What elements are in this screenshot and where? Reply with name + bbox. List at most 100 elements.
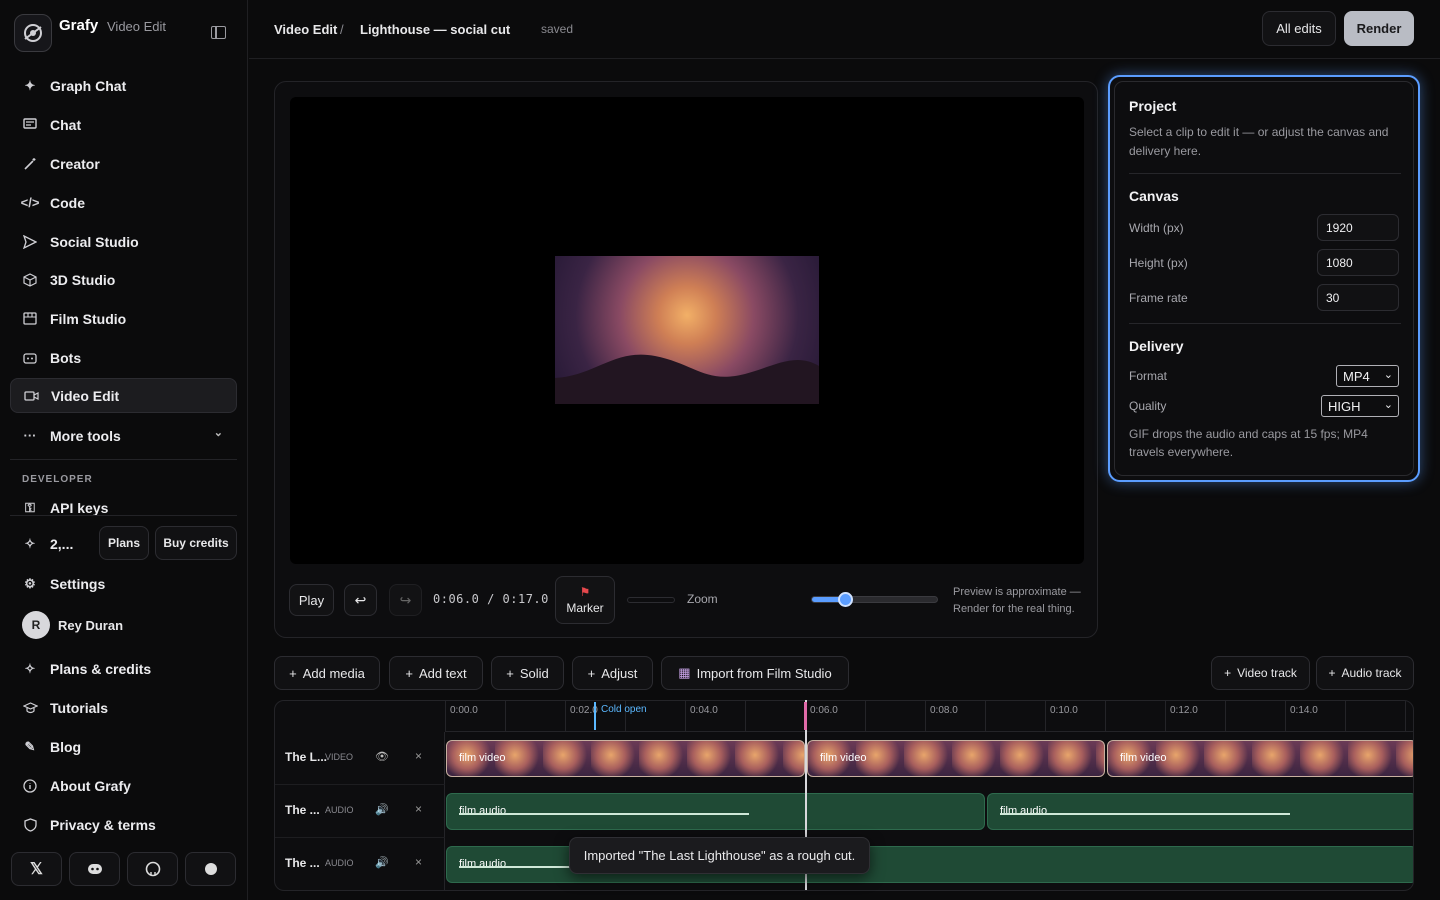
play-button[interactable]: Play bbox=[289, 584, 334, 616]
playhead-handle[interactable] bbox=[804, 702, 807, 730]
chat-icon bbox=[22, 117, 38, 133]
width-field[interactable]: 1920 bbox=[1317, 214, 1399, 241]
grafy-logo[interactable] bbox=[14, 14, 52, 52]
frame-rate-label: Frame rate bbox=[1129, 291, 1188, 305]
sidebar-item-graph-chat[interactable]: ✦ Graph Chat bbox=[10, 68, 237, 103]
sidebar-item-film-studio[interactable]: Film Studio bbox=[10, 301, 237, 336]
sidebar-item-3d-studio[interactable]: 3D Studio bbox=[10, 262, 237, 297]
import-film-studio-button[interactable]: ▦ Import from Film Studio bbox=[661, 656, 849, 690]
tick-label: 0:10.0 bbox=[1050, 705, 1078, 716]
height-field[interactable]: 1080 bbox=[1317, 249, 1399, 276]
all-edits-button[interactable]: All edits bbox=[1262, 11, 1336, 46]
discord-icon[interactable] bbox=[69, 852, 120, 886]
preview-stage[interactable] bbox=[290, 97, 1084, 564]
plus-icon: + bbox=[405, 665, 413, 681]
sidebar-item-about[interactable]: About Grafy bbox=[10, 768, 237, 803]
project-description: Select a clip to edit it — or adjust the… bbox=[1129, 125, 1389, 158]
code-icon: </> bbox=[20, 195, 40, 210]
plans-button[interactable]: Plans bbox=[99, 526, 149, 560]
project-title[interactable]: Lighthouse — social cut bbox=[360, 22, 510, 37]
tick-label: 0:14.0 bbox=[1290, 705, 1318, 716]
sidebar-divider bbox=[10, 515, 237, 516]
send-icon bbox=[22, 234, 38, 250]
height-label: Height (px) bbox=[1129, 256, 1188, 270]
undo-icon[interactable]: ↩ bbox=[344, 584, 377, 616]
pen-icon: ✎ bbox=[24, 738, 36, 754]
solid-button[interactable]: + Solid bbox=[491, 656, 564, 690]
sidebar-item-creator[interactable]: Creator bbox=[10, 146, 237, 181]
format-select[interactable]: MP4 ⌄ bbox=[1336, 365, 1399, 387]
sidebar-item-settings[interactable]: ⚙ Settings bbox=[10, 566, 237, 601]
x-icon[interactable]: 𝕏 bbox=[11, 852, 62, 886]
zoom-slider-handle[interactable] bbox=[837, 592, 853, 607]
user-name[interactable]: Rey Duran bbox=[58, 618, 123, 633]
sidebar-toggle-icon[interactable] bbox=[211, 26, 226, 39]
video-clip[interactable]: film video bbox=[807, 740, 1105, 777]
brand-name: Grafy bbox=[59, 17, 99, 34]
logo-icon bbox=[24, 24, 42, 42]
timeline-marker[interactable] bbox=[594, 702, 596, 730]
speaker-icon[interactable]: 🔊 bbox=[375, 803, 389, 816]
chevron-down-icon: ⌄ bbox=[1383, 399, 1393, 411]
sparkle-icon: ✧ bbox=[24, 535, 36, 551]
video-clip[interactable]: film video bbox=[1107, 740, 1413, 777]
hills-shape bbox=[555, 354, 819, 404]
track-name: The L... bbox=[285, 750, 327, 764]
plus-icon: + bbox=[289, 665, 297, 681]
speaker-icon[interactable]: 🔊 bbox=[375, 856, 389, 869]
track-header-audio[interactable]: The ... AUDIO 🔊 × bbox=[275, 785, 445, 838]
adjust-button[interactable]: + Adjust bbox=[572, 656, 653, 690]
plus-icon: + bbox=[506, 665, 514, 681]
close-icon[interactable]: × bbox=[415, 802, 422, 816]
circle-icon[interactable] bbox=[185, 852, 236, 886]
breadcrumb-section[interactable]: Video Edit bbox=[274, 22, 337, 37]
panel-divider bbox=[1129, 323, 1401, 324]
credits-balance[interactable]: ✧ 2,... bbox=[10, 526, 100, 561]
zoom-slider[interactable] bbox=[811, 592, 938, 607]
sidebar-item-video-edit[interactable]: Video Edit bbox=[10, 378, 237, 413]
sidebar-item-social-studio[interactable]: Social Studio bbox=[10, 224, 237, 259]
film-icon bbox=[22, 311, 38, 327]
preview-note: Preview is approximate — Render for the r… bbox=[953, 586, 1081, 615]
add-media-button[interactable]: + Add media bbox=[274, 656, 380, 690]
track-header-audio[interactable]: The ... AUDIO 🔊 × bbox=[275, 838, 445, 890]
marker-label[interactable]: Cold open bbox=[601, 704, 647, 715]
eye-icon[interactable]: 👁 bbox=[375, 750, 389, 763]
sidebar-item-chat[interactable]: Chat bbox=[10, 107, 237, 142]
sparkle-icon: ✦ bbox=[24, 77, 36, 93]
github-icon[interactable] bbox=[127, 852, 178, 886]
sidebar-item-blog[interactable]: ✎ Blog bbox=[10, 729, 237, 764]
sidebar-item-plans-credits[interactable]: ✧ Plans & credits bbox=[10, 651, 237, 686]
render-button[interactable]: Render bbox=[1344, 11, 1414, 46]
video-clip[interactable]: film video bbox=[446, 740, 805, 777]
redo-icon[interactable]: ↪ bbox=[389, 584, 422, 616]
sidebar-item-api-keys[interactable]: ⚿ API keys bbox=[10, 491, 237, 525]
sidebar-item-more-tools[interactable]: ··· More tools ⌄ bbox=[10, 418, 237, 453]
breadcrumb-separator: / bbox=[340, 22, 344, 37]
add-text-button[interactable]: + Add text bbox=[389, 656, 483, 690]
zoom-track[interactable] bbox=[627, 597, 675, 603]
frame-rate-field[interactable]: 30 bbox=[1317, 284, 1399, 311]
quality-select[interactable]: HIGH ⌄ bbox=[1321, 395, 1399, 417]
track-kind: AUDIO bbox=[325, 805, 354, 815]
track-header-video[interactable]: The L... VIDEO 👁 × bbox=[275, 732, 445, 785]
sidebar-item-privacy[interactable]: Privacy & terms bbox=[10, 807, 237, 842]
add-audio-track-button[interactable]: + Audio track bbox=[1316, 656, 1414, 690]
buy-credits-button[interactable]: Buy credits bbox=[155, 526, 237, 560]
tick-label: 0:06.0 bbox=[810, 705, 838, 716]
close-icon[interactable]: × bbox=[415, 855, 422, 869]
sidebar-item-bots[interactable]: Bots bbox=[10, 340, 237, 375]
add-video-track-button[interactable]: + Video track bbox=[1211, 656, 1310, 690]
close-icon[interactable]: × bbox=[415, 749, 422, 763]
track-name: The ... bbox=[285, 803, 320, 817]
sidebar-item-tutorials[interactable]: Tutorials bbox=[10, 690, 237, 725]
cube-icon bbox=[22, 272, 38, 288]
marker-button[interactable]: ⚑ Marker bbox=[555, 576, 615, 624]
audio-clip[interactable]: film audio bbox=[446, 793, 985, 830]
audio-clip[interactable]: film audio bbox=[987, 793, 1413, 830]
sidebar: Grafy Video Edit ✦ Graph Chat Chat Creato… bbox=[0, 0, 248, 900]
avatar[interactable]: R bbox=[22, 611, 50, 639]
sidebar-item-code[interactable]: </> Code bbox=[10, 185, 237, 220]
time-ruler[interactable]: 0:00.0 0:02.0 0:04.0 0:06.0 0:08.0 0:10.… bbox=[445, 701, 1413, 732]
bot-icon bbox=[22, 350, 38, 366]
